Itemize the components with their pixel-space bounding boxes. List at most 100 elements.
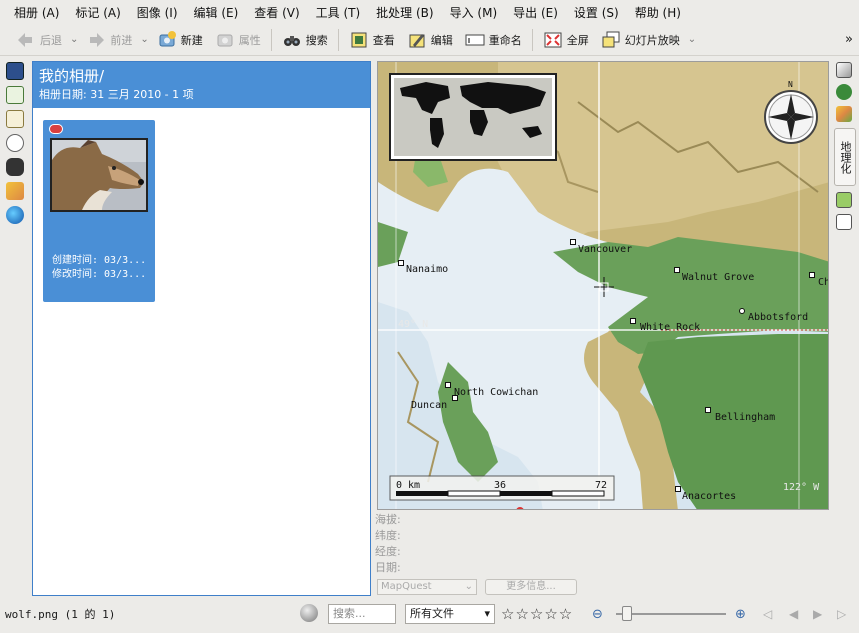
map-source-select[interactable]: MapQuest ⌄ — [377, 579, 477, 595]
city-marker-north-cowichan[interactable] — [445, 382, 451, 388]
checklist-icon[interactable] — [836, 214, 852, 230]
magic-wand-icon[interactable] — [6, 182, 24, 200]
next-image-icon[interactable]: ▶ — [813, 607, 822, 621]
menu-tools[interactable]: 工具 (T) — [308, 4, 369, 21]
albums-icon[interactable] — [6, 62, 24, 80]
modified-date: 修改时间: 03/3... — [52, 269, 147, 280]
timeline-icon[interactable] — [6, 134, 24, 152]
rename-button[interactable]: 重命名 — [459, 27, 528, 53]
menu-tag[interactable]: 标记 (A) — [67, 4, 128, 21]
city-marker-abbotsford[interactable] — [739, 308, 745, 314]
toolbar-separator — [337, 28, 339, 51]
search-type-icon[interactable] — [300, 604, 318, 622]
chevron-down-icon[interactable]: ⌄ — [138, 34, 150, 45]
clipboard-icon[interactable] — [6, 110, 24, 128]
album-subtitle: 相册日期: 31 三月 2010 - 1 项 — [39, 88, 194, 101]
city-label-ch: Ch — [818, 277, 829, 288]
thumbnail-item[interactable]: 创建时间: 03/3... 修改时间: 03/3... — [43, 120, 155, 302]
city-marker-duncan[interactable] — [452, 395, 458, 401]
thumbnail-image[interactable] — [50, 138, 148, 212]
rating-stars[interactable]: ☆☆☆☆☆ — [501, 605, 573, 623]
menu-export[interactable]: 导出 (E) — [505, 4, 566, 21]
city-label-duncan: Duncan — [411, 400, 448, 411]
city-label-vancouver: Vancouver — [578, 244, 633, 255]
first-image-icon[interactable]: ◁ — [763, 607, 772, 621]
binoculars-icon[interactable] — [6, 158, 24, 176]
file-type-value: 所有文件 — [410, 607, 454, 620]
zoom-in-icon[interactable]: ⊕ — [735, 607, 746, 622]
new-album-icon — [157, 30, 177, 50]
menu-batch[interactable]: 批处理 (B) — [368, 4, 441, 21]
properties-icon — [215, 30, 235, 50]
last-image-icon[interactable]: ▷ — [837, 607, 846, 621]
edit-label: 编辑 — [430, 33, 453, 47]
thumbnail-info: 创建时间: 03/3... 修改时间: 03/3... — [52, 254, 146, 282]
scale-mid-label: 36 — [494, 480, 507, 491]
search-label: 搜索 — [305, 33, 328, 47]
city-marker-anacortes[interactable] — [675, 486, 681, 492]
fullscreen-label: 全屏 — [566, 33, 589, 47]
file-type-select[interactable]: 所有文件 ▾ — [405, 604, 495, 624]
city-marker-vancouver[interactable] — [570, 239, 576, 245]
menu-view[interactable]: 查看 (V) — [246, 4, 307, 21]
edit-icon — [407, 30, 427, 50]
search-input[interactable]: 搜索... — [328, 604, 396, 624]
city-marker-white-rock[interactable] — [630, 318, 636, 324]
tag-badge-icon — [49, 124, 63, 134]
rename-icon — [465, 30, 485, 50]
fullscreen-button[interactable]: 全屏 — [537, 27, 595, 53]
zoom-slider-track[interactable] — [616, 613, 726, 615]
city-marker-bellingham[interactable] — [705, 407, 711, 413]
map-view[interactable]: Vancouver Nanaimo Walnut Grove Abbotsfor… — [377, 61, 829, 510]
chevron-down-icon: ▾ — [484, 607, 490, 620]
tab-geolocation[interactable]: 地理化 — [834, 128, 856, 186]
new-button[interactable]: 新建 — [151, 27, 209, 53]
left-sidebar-tabs — [6, 62, 28, 224]
city-marker-ch[interactable] — [809, 272, 815, 278]
menu-settings[interactable]: 设置 (S) — [566, 4, 627, 21]
city-label-north-cowichan: North Cowichan — [454, 387, 539, 398]
city-marker-nanaimo[interactable] — [398, 260, 404, 266]
back-label: 后退 — [40, 33, 62, 47]
chevron-down-icon[interactable]: ⌄ — [68, 34, 80, 45]
chevron-down-icon[interactable]: ⌄ — [686, 34, 698, 45]
pencil-icon[interactable] — [836, 62, 852, 78]
forward-button[interactable]: 前进 — [80, 27, 138, 53]
view-button[interactable]: 查看 — [343, 27, 401, 53]
tags-icon[interactable] — [836, 192, 852, 208]
toolbar-separator — [270, 28, 272, 51]
properties-button[interactable]: 属性 — [209, 27, 267, 53]
chevron-down-icon: ⌄ — [464, 581, 473, 592]
slideshow-button[interactable]: 幻灯片放映 — [595, 27, 686, 53]
date-label: 日期: — [375, 561, 401, 574]
arrow-right-icon — [86, 30, 106, 50]
album-title: 我的相册/ — [39, 67, 105, 85]
rename-label: 重命名 — [488, 33, 522, 47]
map-canvas[interactable] — [378, 62, 829, 510]
globe-icon[interactable] — [6, 206, 24, 224]
menu-image[interactable]: 图像 (I) — [129, 4, 186, 21]
zoom-out-icon[interactable]: ⊖ — [592, 607, 603, 622]
calendar-icon[interactable] — [6, 86, 24, 104]
back-button[interactable]: 后退 — [10, 27, 68, 53]
view-icon — [349, 30, 369, 50]
status-bar: wolf.png (1 的 1) 搜索... 所有文件 ▾ ☆☆☆☆☆ ⊖ ⊕ … — [0, 600, 859, 628]
menu-edit[interactable]: 编辑 (E) — [186, 4, 247, 21]
zoom-slider-handle[interactable] — [622, 606, 632, 621]
longitude-grid-label: 122° W — [783, 482, 820, 493]
previous-image-icon[interactable]: ◀ — [789, 607, 798, 621]
city-marker-walnut-grove[interactable] — [674, 267, 680, 273]
menu-help[interactable]: 帮助 (H) — [627, 4, 689, 21]
city-label-abbotsford: Abbotsford — [748, 312, 809, 323]
search-button[interactable]: 搜索 — [276, 27, 334, 53]
slideshow-label: 幻灯片放映 — [624, 33, 680, 47]
edit-button[interactable]: 编辑 — [401, 27, 459, 53]
more-info-button[interactable]: 更多信息... — [485, 579, 577, 595]
info-icon[interactable] — [836, 84, 852, 100]
colors-icon[interactable] — [836, 106, 852, 122]
menu-album[interactable]: 相册 (A) — [6, 4, 67, 21]
city-label-anacortes: Anacortes — [682, 491, 737, 502]
longitude-label: 经度: — [375, 545, 401, 558]
toolbar-overflow-button[interactable]: » — [845, 32, 853, 47]
menu-import[interactable]: 导入 (M) — [442, 4, 506, 21]
